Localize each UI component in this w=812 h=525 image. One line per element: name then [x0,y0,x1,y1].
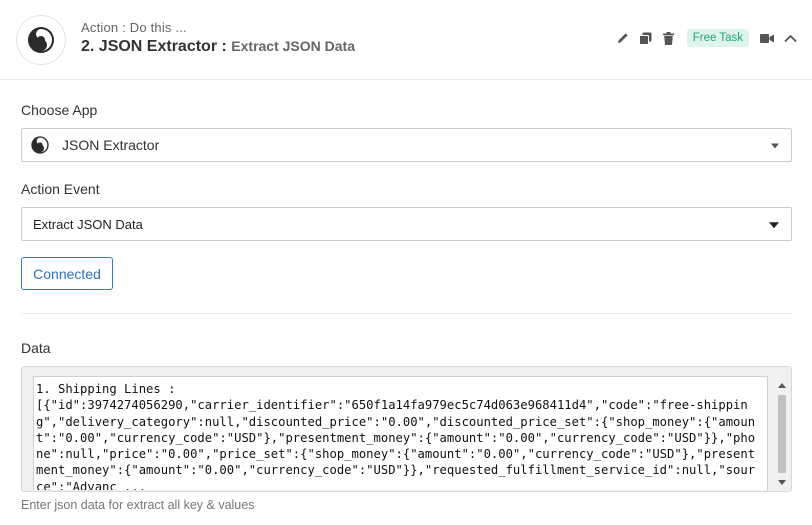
step-toolbar: Free Task [608,28,798,48]
json-extractor-icon [30,135,50,155]
pencil-icon[interactable] [615,30,631,46]
choose-app-label: Choose App [21,102,98,118]
video-icon[interactable] [759,30,775,46]
action-event-label: Action Event [21,181,100,197]
free-task-badge: Free Task [686,29,749,47]
data-field: 1. Shipping Lines : [{"id":3974274056290… [21,366,792,492]
scroll-thumb[interactable] [778,395,786,473]
section-divider [21,313,792,314]
step-title-event: Extract JSON Data [231,38,355,54]
action-event-select[interactable]: Extract JSON Data [21,207,792,241]
chevron-down-icon [769,222,779,229]
chevron-down-icon [771,143,779,149]
scroll-up-icon[interactable] [778,383,786,388]
step-title: 2. JSON Extractor : Extract JSON Data [81,38,355,56]
app-select[interactable]: JSON Extractor [21,128,792,162]
action-event-value: Extract JSON Data [33,216,143,232]
data-scrollbar[interactable] [775,377,789,491]
step-subtitle: Action : Do this ... [81,20,187,35]
scroll-down-icon[interactable] [778,480,786,485]
data-textarea[interactable]: 1. Shipping Lines : [{"id":3974274056290… [33,376,768,490]
app-select-value: JSON Extractor [62,137,160,153]
data-helper-text: Enter json data for extract all key & va… [21,498,255,512]
data-label: Data [21,340,51,356]
copy-icon[interactable] [638,30,654,46]
step-title-app: 2. JSON Extractor : [81,38,227,55]
connected-button[interactable]: Connected [21,257,113,290]
trash-icon[interactable] [661,30,677,46]
step-header: Action : Do this ... 2. JSON Extractor :… [0,0,812,80]
chevron-up-icon[interactable] [782,30,798,46]
json-extractor-logo [16,15,66,65]
